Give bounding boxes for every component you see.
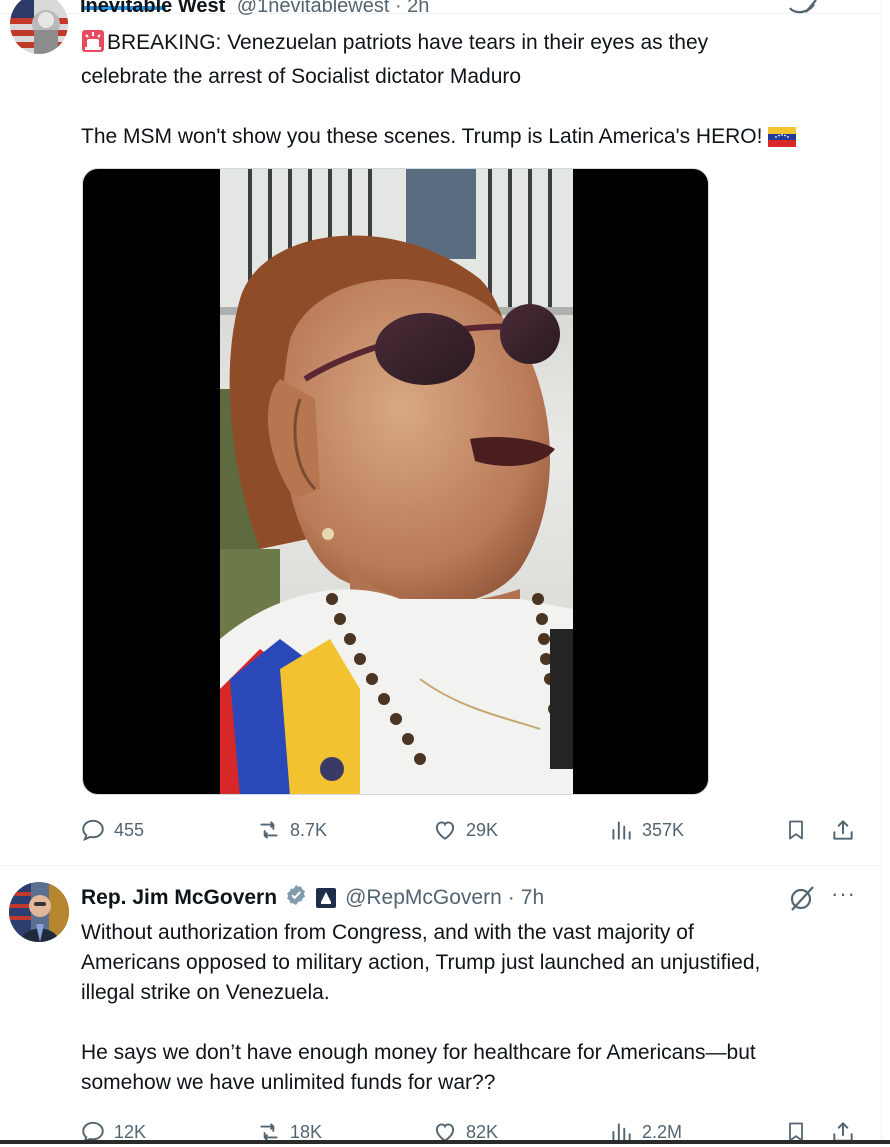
screen-edge	[0, 1140, 890, 1144]
timeline-border	[881, 0, 882, 1144]
avatar[interactable]	[10, 0, 68, 54]
grok-icon[interactable]	[788, 0, 818, 19]
reply-count: 455	[114, 819, 145, 840]
venezuela-flag-emoji-icon	[768, 126, 797, 156]
tweet-text-line: celebrate the arrest of Socialist dictat…	[81, 65, 522, 88]
tweet-text-line: The MSM won't show you these scenes. Tru…	[81, 122, 871, 156]
video-player[interactable]	[82, 168, 709, 795]
tweet-text: BREAKING: Venezuelan patriots have tears…	[81, 28, 871, 156]
tweet-text-line: Americans opposed to military action, Tr…	[81, 951, 761, 974]
share-button[interactable]	[830, 815, 856, 845]
tweet-text-line: Without authorization from Congress, and…	[81, 921, 694, 944]
video-frame	[220, 169, 573, 794]
like-button[interactable]: 29K	[432, 815, 498, 845]
grok-icon[interactable]	[788, 884, 816, 917]
tweet-text-line: He says we don’t have enough money for h…	[81, 1041, 756, 1064]
repost-count: 8.7K	[290, 819, 328, 840]
handle[interactable]: @1nevitablewest · 2h	[237, 0, 430, 17]
bookmark-button[interactable]	[784, 815, 808, 845]
repost-button[interactable]: 8.7K	[256, 815, 327, 845]
repost-icon	[256, 817, 282, 843]
tweet-text-line: somehow we have unlimited funds for war?…	[81, 1071, 496, 1094]
timestamp[interactable]: 7h	[521, 886, 544, 910]
views-button[interactable]: 357K	[608, 815, 684, 845]
display-name[interactable]: Inevitable West	[80, 0, 225, 17]
tweet-divider	[0, 865, 881, 866]
tweet-text: Without authorization from Congress, and…	[81, 918, 871, 1098]
tweet-header: Rep. Jim McGovern @RepMcGovern · 7h	[81, 884, 544, 912]
like-count: 29K	[466, 819, 499, 840]
tweet-text-line: BREAKING: Venezuelan patriots have tears…	[81, 28, 871, 62]
analytics-icon	[608, 817, 634, 843]
tweet-actions: 455 8.7K 29K 357K	[80, 815, 880, 845]
tweet-text-line: illegal strike on Venezuela.	[81, 981, 330, 1004]
siren-emoji-icon	[81, 29, 105, 62]
heart-icon	[432, 817, 458, 843]
tweet-header: Inevitable West @1nevitablewest · 2h	[80, 0, 429, 20]
verified-gray-badge-icon	[284, 883, 308, 913]
avatar[interactable]	[9, 882, 69, 942]
separator: ·	[507, 886, 515, 909]
views-count: 357K	[642, 819, 685, 840]
reply-button[interactable]: 455	[80, 815, 144, 845]
more-options-button[interactable]: ···	[831, 881, 856, 907]
share-icon	[830, 817, 856, 843]
reply-icon	[80, 817, 106, 843]
display-name[interactable]: Rep. Jim McGovern	[81, 886, 277, 910]
affiliation-badge-icon[interactable]	[316, 888, 337, 908]
bookmark-icon	[784, 817, 808, 843]
handle[interactable]: @RepMcGovern	[345, 886, 502, 910]
